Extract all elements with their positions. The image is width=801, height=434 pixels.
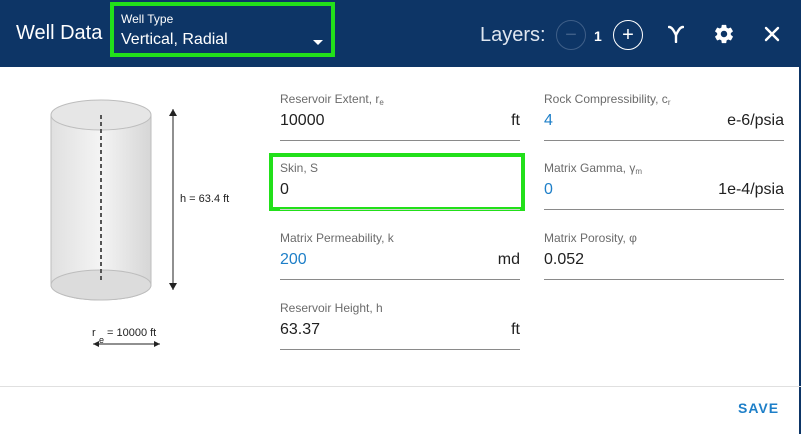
rock-compressibility-unit: e-6/psia <box>727 112 784 129</box>
radius-prefix: r <box>92 327 96 339</box>
caret-down-icon <box>313 40 323 45</box>
minus-circle-icon: − <box>565 24 577 46</box>
close-button[interactable] <box>760 22 784 46</box>
skin-input[interactable]: 0 <box>280 181 289 199</box>
matrix-gamma-unit: 1e-4/psia <box>718 181 784 198</box>
rock-compressibility-label: Rock Compressibility, cr <box>544 92 671 107</box>
cylinder-bottom <box>50 269 152 301</box>
app-header: Well Data Well Type Vertical, Radial Lay… <box>0 0 801 67</box>
height-label: h = 63.4 ft <box>180 193 229 205</box>
skin-label: Skin, S <box>280 161 319 175</box>
reservoir-height-input[interactable]: 63.37 <box>280 321 320 339</box>
radius-value: = 10000 ft <box>107 327 156 339</box>
reservoir-extent-unit: ft <box>511 112 520 129</box>
layers-count: 1 <box>594 28 602 44</box>
add-layer-button[interactable]: + <box>613 20 643 50</box>
rock-compressibility-input[interactable]: 4 <box>544 112 553 130</box>
well-data-form: h = 63.4 ft r e = 10000 ft Reservoir Ext… <box>0 67 801 387</box>
reservoir-extent-label: Reservoir Extent, re <box>280 92 384 107</box>
well-type-label: Well Type <box>121 12 174 26</box>
matrix-permeability-field[interactable]: Matrix Permeability, k 200 md <box>280 231 520 280</box>
reservoir-height-label: Reservoir Height, h <box>280 301 383 315</box>
radius-sub: e <box>99 335 104 345</box>
gamma-icon <box>668 25 684 43</box>
reservoir-height-unit: ft <box>511 321 520 338</box>
footer-divider <box>0 386 801 387</box>
gear-icon <box>715 24 733 44</box>
matrix-porosity-label: Matrix Porosity, φ <box>544 231 637 245</box>
reservoir-diagram: h = 63.4 ft r e = 10000 ft <box>50 99 229 347</box>
reservoir-extent-input[interactable]: 10000 <box>280 112 325 130</box>
remove-layer-button[interactable]: − <box>556 20 586 50</box>
rock-compressibility-field[interactable]: Rock Compressibility, cr 4 e-6/psia <box>544 92 784 141</box>
matrix-permeability-unit: md <box>497 251 520 268</box>
well-type-select[interactable]: Well Type Vertical, Radial <box>110 2 335 57</box>
matrix-permeability-input[interactable]: 200 <box>280 251 307 269</box>
matrix-porosity-input[interactable]: 0.052 <box>544 251 584 269</box>
layers-label: Layers: <box>480 24 546 46</box>
skin-field[interactable]: Skin, S 0 <box>280 161 520 210</box>
matrix-gamma-field[interactable]: Matrix Gamma, γm 0 1e-4/psia <box>544 161 784 210</box>
matrix-permeability-label: Matrix Permeability, k <box>280 231 394 245</box>
save-button[interactable]: SAVE <box>738 400 779 416</box>
plus-circle-icon: + <box>622 24 634 46</box>
well-type-value: Vertical, Radial <box>121 31 228 48</box>
gamma-button[interactable] <box>664 22 688 46</box>
reservoir-height-field[interactable]: Reservoir Height, h 63.37 ft <box>280 301 520 350</box>
page-title: Well Data <box>16 22 103 44</box>
matrix-gamma-label: Matrix Gamma, γm <box>544 161 643 176</box>
close-icon <box>764 26 780 42</box>
reservoir-extent-field[interactable]: Reservoir Extent, re 10000 ft <box>280 92 520 141</box>
settings-button[interactable] <box>712 22 736 46</box>
matrix-porosity-field[interactable]: Matrix Porosity, φ 0.052 <box>544 231 784 280</box>
matrix-gamma-input[interactable]: 0 <box>544 181 553 199</box>
